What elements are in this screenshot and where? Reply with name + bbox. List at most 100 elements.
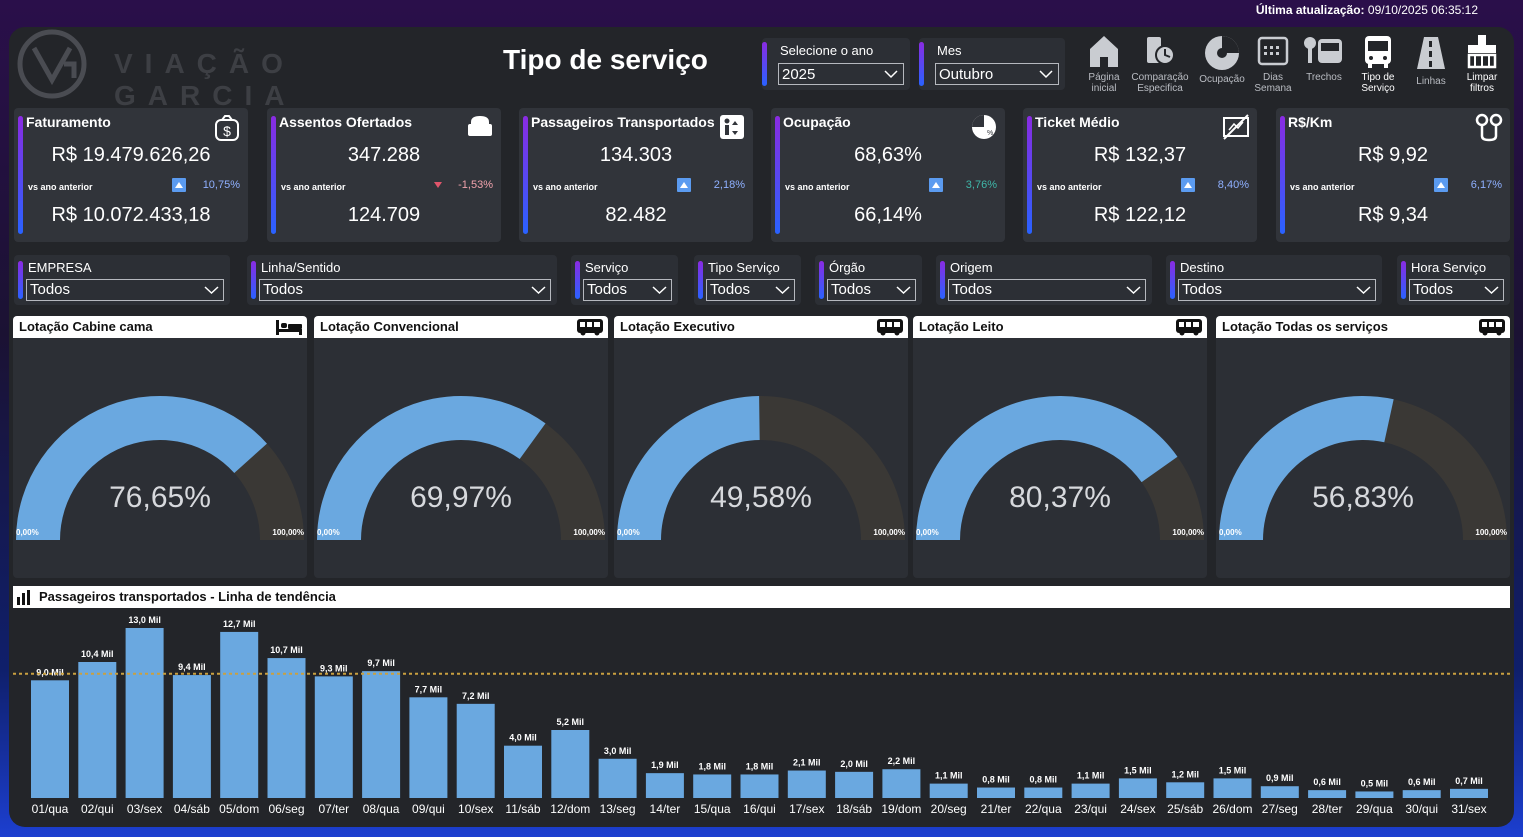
x-tick-label: 23/qui (1074, 802, 1107, 816)
accent-bar (1170, 261, 1175, 299)
slicer-dropdown[interactable]: Todos (1409, 279, 1504, 301)
filter-slicer[interactable]: Tipo Serviço Todos (694, 255, 801, 305)
gauge-header: Lotação Convencional (314, 316, 608, 338)
gauge-arc (1219, 396, 1507, 540)
gauge-fill (1219, 396, 1394, 540)
slicer-label: Origem (950, 260, 993, 275)
bar (929, 783, 968, 798)
bar-data-label: 9,4 Mil (178, 662, 206, 672)
ticket-icon (1223, 114, 1249, 140)
slicer-value: Todos (831, 281, 872, 298)
gauge-max: 100,00% (873, 528, 905, 537)
eraser-icon (1467, 35, 1497, 69)
kpi-card: R$/Km R$ 9,92 vs ano anterior 6,17% R$ 9,34 (1276, 108, 1510, 242)
bar-data-label: 9,7 Mil (367, 658, 395, 668)
bar (267, 658, 306, 798)
x-tick-label: 21/ter (981, 802, 1012, 816)
slicer-dropdown[interactable]: Todos (259, 279, 551, 301)
kpi-previous-value: 124.709 (347, 204, 421, 226)
bar-data-label: 0,8 Mil (982, 775, 1010, 785)
slicer-label: Órgão (829, 260, 866, 275)
bar-data-label: 3,0 Mil (604, 746, 632, 756)
year-dropdown[interactable]: 2025 (778, 63, 904, 85)
month-dropdown[interactable]: Outubro (935, 63, 1059, 85)
kpi-title: R$/Km (1288, 114, 1333, 130)
slicer-dropdown[interactable]: Todos (706, 279, 795, 301)
x-tick-label: 31/sex (1451, 802, 1486, 816)
nav-home-button[interactable]: Página inicial (1083, 33, 1125, 94)
bar-plot: 9,0 Mil 01/qua 10,4 Mil 02/qui 13,0 Mil 03/se… (13, 615, 1510, 816)
nav-occupancy-button[interactable]: Ocupação (1196, 33, 1248, 85)
bar (1450, 788, 1488, 798)
nav-clear-filters-button[interactable]: Limpar filtros (1458, 33, 1506, 94)
bar (504, 745, 542, 798)
x-tick-label: 01/qua (32, 802, 69, 816)
arrow-up-icon (172, 178, 186, 192)
gauge-value: 69,97% (410, 481, 512, 514)
slicer-value: Todos (587, 281, 628, 298)
kpi-previous-value: R$ 9,34 (1357, 204, 1429, 226)
gauge-max: 100,00% (272, 528, 304, 537)
month-label: Mes (937, 43, 962, 58)
kpi-card: Ticket Médio R$ 132,37 vs ano anterior 8,40… (1023, 108, 1257, 242)
bar-data-label: 9,3 Mil (320, 663, 348, 673)
nav-comparison-button[interactable]: Comparação Especifica (1128, 33, 1192, 94)
kpi-change: -1,53% (458, 179, 493, 191)
filter-slicer[interactable]: EMPRESA Todos (14, 255, 230, 305)
kpi-title: Ocupação (783, 114, 851, 130)
road-icon (1417, 37, 1445, 69)
slicer-dropdown[interactable]: Todos (1178, 279, 1376, 301)
money-bag-icon: $ (215, 115, 239, 141)
slicer-dropdown[interactable]: Todos (827, 279, 916, 301)
slicer-dropdown[interactable]: Todos (583, 279, 672, 301)
slicer-label: Serviço (585, 260, 629, 275)
gauge-value: 49,58% (710, 481, 812, 514)
gauge-title: Lotação Cabine cama (19, 319, 153, 334)
filter-slicer[interactable]: Linha/Sentido Todos (247, 255, 557, 305)
bar (1213, 778, 1252, 798)
filter-slicer[interactable]: Órgão Todos (815, 255, 922, 305)
kpi-change: 2,18% (713, 179, 745, 191)
kpi-value: R$ 9,92 (1357, 144, 1429, 166)
kpi-previous-value: 82.482 (605, 204, 667, 226)
slicer-dropdown[interactable]: Todos (948, 279, 1146, 301)
x-tick-label: 15/qua (694, 802, 731, 816)
gauge-max: 100,00% (1172, 528, 1204, 537)
filter-slicer[interactable]: Destino Todos (1166, 255, 1382, 305)
chevron-down-icon (531, 286, 546, 295)
chevron-down-icon (652, 286, 667, 295)
nav-service-type-button[interactable]: Tipo de Serviço (1354, 33, 1402, 94)
filter-slicer[interactable]: Serviço Todos (571, 255, 678, 305)
arrow-down-icon (434, 182, 442, 188)
nav-lines-button[interactable]: Linhas (1409, 33, 1453, 87)
slicer-dropdown[interactable]: Todos (26, 279, 224, 301)
gauge-arc (317, 396, 605, 540)
kpi-value: 68,63% (854, 144, 922, 166)
kpi-previous-value: 66,14% (854, 204, 922, 226)
x-tick-label: 03/sex (127, 802, 162, 816)
year-selector[interactable]: Selecione o ano 2025 (762, 38, 910, 90)
route-icon (1304, 37, 1342, 63)
bar-data-label: 1,1 Mil (1077, 771, 1105, 781)
bus-icon (1365, 36, 1391, 68)
kpi-title: Assentos Ofertados (279, 114, 413, 130)
x-tick-label: 12/dom (550, 802, 590, 816)
arrow-up-icon (1181, 178, 1195, 192)
bar (1355, 791, 1394, 798)
occupancy-pie-icon: % (972, 115, 996, 139)
bar (977, 787, 1015, 798)
gauge-card: Lotação Leito 80,37% 0,00% 100,00% (913, 316, 1207, 578)
gauge-min: 0,00% (916, 528, 939, 537)
nav-routes-button[interactable]: Trechos (1298, 33, 1350, 83)
x-tick-label: 10/sex (458, 802, 493, 816)
bar (598, 758, 637, 798)
month-selector[interactable]: Mes Outubro (919, 38, 1065, 90)
nav-weekdays-button[interactable]: Dias Semana (1252, 33, 1294, 94)
bar-data-label: 0,6 Mil (1408, 777, 1436, 787)
x-tick-label: 24/sex (1120, 802, 1155, 816)
kpi-previous-value: R$ 10.072.433,18 (51, 204, 211, 226)
bar-data-label: 2,2 Mil (888, 756, 916, 766)
filter-slicer[interactable]: Hora Serviço Todos (1397, 255, 1510, 305)
filter-slicer[interactable]: Origem Todos (936, 255, 1152, 305)
bar (882, 769, 921, 798)
